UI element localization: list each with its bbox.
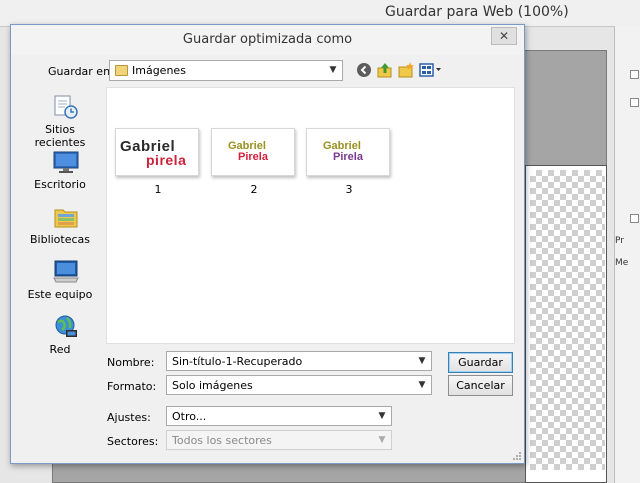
place-computer[interactable]: Este equipo — [19, 258, 101, 308]
place-label: Red — [49, 343, 71, 356]
dialog-title: Guardar optimizada como — [182, 32, 353, 47]
panel-label: Me — [615, 258, 629, 268]
file-label: 2 — [250, 183, 258, 196]
name-label: Nombre: — [107, 356, 155, 369]
place-recent[interactable]: Sitios recientes — [19, 93, 101, 149]
up-folder-icon[interactable] — [377, 62, 393, 78]
panel-checkbox[interactable] — [630, 98, 639, 107]
desktop-icon — [53, 151, 79, 173]
panel-checkbox[interactable] — [630, 214, 639, 223]
format-dropdown[interactable]: Solo imágenes ▼ — [166, 375, 432, 395]
file-thumbnail: Gabriel pirela — [115, 128, 199, 176]
file-item-3[interactable]: Gabriel Pirela 3 — [306, 128, 392, 198]
app-title: Guardar para Web (100%) — [385, 4, 569, 20]
slices-value: Todos los sectores — [172, 434, 272, 447]
file-item-1[interactable]: Gabriel pirela 1 — [115, 128, 201, 198]
save-in-value: Imágenes — [132, 64, 186, 77]
chevron-down-icon: ▼ — [329, 65, 337, 75]
place-desktop[interactable]: Escritorio — [19, 148, 101, 198]
chevron-down-icon: ▼ — [418, 380, 426, 390]
view-menu-icon[interactable] — [419, 62, 443, 78]
settings-dropdown[interactable]: Otro... ▼ — [166, 406, 392, 426]
place-network[interactable]: Red — [19, 313, 101, 363]
file-thumbnail: Gabriel Pirela — [306, 128, 390, 176]
place-label: Bibliotecas — [29, 233, 91, 246]
place-label: Sitios recientes — [34, 123, 86, 149]
save-button[interactable]: Guardar — [448, 352, 513, 373]
transparency-checkerboard — [530, 170, 605, 470]
chevron-down-icon: ▼ — [418, 356, 426, 366]
file-thumbnail: Gabriel Pirela — [211, 128, 295, 176]
chevron-down-icon: ▼ — [378, 435, 386, 445]
folder-icon — [115, 65, 128, 76]
save-dialog: Guardar optimizada como ✕ Guardar en: Im… — [10, 24, 525, 464]
new-folder-icon[interactable] — [398, 62, 414, 78]
close-icon: ✕ — [498, 29, 510, 43]
settings-label: Ajustes: — [107, 411, 151, 424]
format-label: Formato: — [107, 380, 157, 393]
file-item-2[interactable]: Gabriel Pirela 2 — [211, 128, 297, 198]
place-libraries[interactable]: Bibliotecas — [19, 203, 101, 253]
resize-grip-icon[interactable] — [512, 451, 522, 461]
close-button[interactable]: ✕ — [491, 27, 517, 45]
file-list[interactable]: Gabriel pirela 1 Gabriel Pirela 2 Gabrie… — [106, 87, 515, 344]
slices-dropdown: Todos los sectores ▼ — [166, 430, 392, 450]
logo-text-bottom: Pirela — [238, 151, 268, 163]
place-label: Este equipo — [27, 288, 93, 301]
back-icon[interactable] — [356, 62, 372, 78]
settings-panel — [614, 26, 640, 483]
save-in-dropdown[interactable]: Imágenes ▼ — [109, 60, 343, 81]
save-in-label: Guardar en: — [48, 65, 114, 78]
name-value: Sin-título-1-Recuperado — [172, 355, 303, 368]
format-value: Solo imágenes — [172, 379, 253, 392]
dialog-titlebar[interactable]: Guardar optimizada como ✕ — [11, 25, 524, 55]
file-label: 1 — [154, 183, 162, 196]
name-input[interactable]: Sin-título-1-Recuperado ▼ — [166, 351, 432, 371]
place-label: Escritorio — [34, 178, 86, 191]
panel-label: Pr — [615, 236, 624, 246]
cancel-button[interactable]: Cancelar — [448, 375, 513, 396]
file-label: 3 — [345, 183, 353, 196]
logo-text-bottom: pirela — [146, 152, 187, 168]
panel-checkbox[interactable] — [630, 70, 639, 79]
app-titlebar: Guardar para Web (100%) — [0, 0, 640, 26]
slices-label: Sectores: — [107, 435, 159, 448]
network-icon — [55, 315, 77, 337]
recent-places-icon — [54, 95, 78, 119]
libraries-icon — [54, 209, 78, 228]
chevron-down-icon: ▼ — [378, 411, 386, 421]
computer-icon — [53, 260, 79, 283]
settings-value: Otro... — [172, 410, 207, 423]
logo-text-bottom: Pirela — [333, 151, 363, 163]
